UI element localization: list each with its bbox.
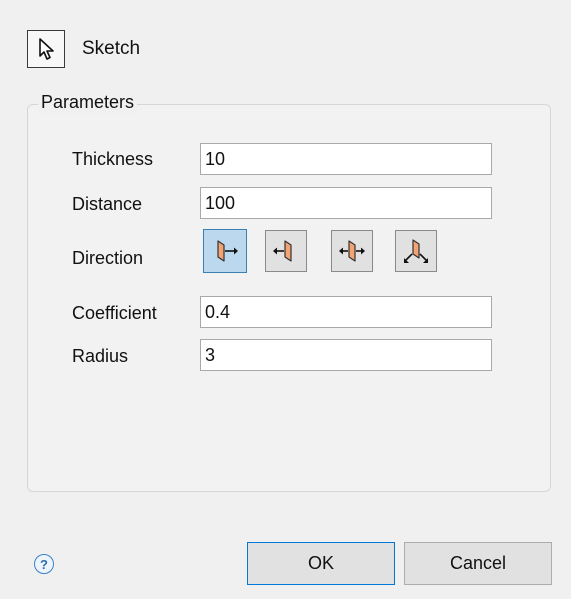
direction-custom-icon [401, 236, 431, 266]
direction-forward-button[interactable] [203, 229, 247, 273]
direction-reverse-button[interactable] [265, 230, 307, 272]
coefficient-label: Coefficient [72, 303, 157, 323]
radius-label: Radius [72, 346, 129, 366]
sketch-label: Sketch [82, 38, 141, 59]
coefficient-input[interactable] [200, 296, 492, 328]
thickness-input[interactable] [200, 143, 492, 175]
direction-label: Direction [72, 248, 144, 268]
cancel-button[interactable]: Cancel [404, 542, 552, 585]
direction-forward-icon [210, 236, 240, 266]
direction-both-button[interactable] [331, 230, 373, 272]
cursor-arrow-icon [35, 37, 57, 61]
distance-label: Distance [72, 194, 143, 214]
thickness-label: Thickness [72, 149, 154, 169]
sketch-select-button[interactable] [27, 30, 65, 68]
ok-button[interactable]: OK [247, 542, 395, 585]
direction-reverse-icon [271, 236, 301, 266]
distance-input[interactable] [200, 187, 492, 219]
direction-both-icon [337, 236, 367, 266]
direction-custom-button[interactable] [395, 230, 437, 272]
radius-input[interactable] [200, 339, 492, 371]
parameters-group-title: Parameters [38, 92, 138, 113]
help-icon[interactable]: ? [34, 554, 54, 574]
